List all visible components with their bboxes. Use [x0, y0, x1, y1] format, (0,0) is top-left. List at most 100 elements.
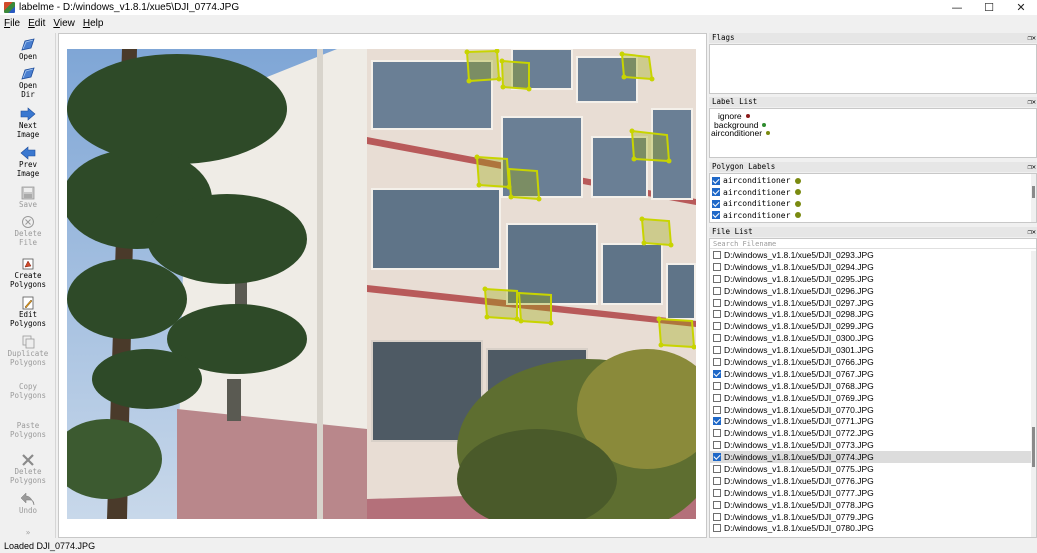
file-list-item[interactable]: D:/windows_v1.8.1/xue5/DJI_0296.JPG: [710, 285, 1036, 297]
file-checkbox[interactable]: [713, 298, 721, 307]
toolbar-overflow-chevron-icon[interactable]: »: [0, 528, 56, 538]
polygon-label-item[interactable]: airconditioner: [710, 210, 1036, 222]
file-list-item[interactable]: D:/windows_v1.8.1/xue5/DJI_0772.JPG: [710, 427, 1036, 439]
file-list-item[interactable]: D:/windows_v1.8.1/xue5/DJI_0766.JPG: [710, 356, 1036, 368]
open-dir-button[interactable]: Open Dir: [0, 67, 56, 99]
polygon-label-item[interactable]: airconditioner: [710, 198, 1036, 210]
visibility-checkbox[interactable]: [712, 176, 720, 185]
file-list-item[interactable]: D:/windows_v1.8.1/xue5/DJI_0300.JPG: [710, 332, 1036, 344]
annotated-photo[interactable]: [67, 49, 696, 519]
delete-file-button[interactable]: Delete File: [0, 215, 56, 247]
file-checkbox[interactable]: [713, 381, 721, 390]
file-list-item[interactable]: D:/windows_v1.8.1/xue5/DJI_0294.JPG: [710, 261, 1036, 273]
file-list-item[interactable]: D:/windows_v1.8.1/xue5/DJI_0299.JPG: [710, 320, 1036, 332]
menu-help[interactable]: Help: [83, 18, 104, 29]
file-checkbox[interactable]: [713, 310, 721, 319]
undo-button[interactable]: Undo: [0, 492, 56, 516]
duplicate-polygons-button[interactable]: Duplicate Polygons: [0, 335, 56, 367]
edit-polygons-button[interactable]: Edit Polygons: [0, 296, 56, 328]
file-list-item[interactable]: D:/windows_v1.8.1/xue5/DJI_0771.JPG: [710, 415, 1036, 427]
next-image-button[interactable]: Next Image: [0, 107, 56, 139]
file-checkbox[interactable]: [713, 524, 721, 533]
open-button[interactable]: Open: [0, 38, 56, 62]
file-checkbox[interactable]: [713, 429, 721, 438]
file-list-item[interactable]: D:/windows_v1.8.1/xue5/DJI_0770.JPG: [710, 404, 1036, 416]
copy-polygons-button[interactable]: Copy Polygons: [0, 382, 56, 400]
airconditioner-polygon[interactable]: [517, 291, 552, 325]
label-item[interactable]: airconditioner: [710, 129, 1036, 138]
file-checkbox[interactable]: [713, 441, 721, 450]
close-button[interactable]: ✕: [1005, 0, 1037, 15]
file-checkbox[interactable]: [713, 393, 721, 402]
airconditioner-polygon[interactable]: [475, 155, 511, 189]
file-list-item[interactable]: D:/windows_v1.8.1/xue5/DJI_0298.JPG: [710, 308, 1036, 320]
dock-float-close-icon[interactable]: ❐✕: [1028, 97, 1036, 107]
file-list-item[interactable]: D:/windows_v1.8.1/xue5/DJI_0779.JPG: [710, 511, 1036, 523]
search-filename-input[interactable]: Search Filename: [710, 239, 1036, 249]
polygon-label-item[interactable]: airconditioner: [710, 175, 1036, 187]
file-checkbox[interactable]: [713, 334, 721, 343]
airconditioner-polygon[interactable]: [640, 217, 673, 247]
airconditioner-polygon[interactable]: [507, 167, 541, 201]
file-list-item[interactable]: D:/windows_v1.8.1/xue5/DJI_0768.JPG: [710, 380, 1036, 392]
file-list-item[interactable]: D:/windows_v1.8.1/xue5/DJI_0301.JPG: [710, 344, 1036, 356]
file-checkbox[interactable]: [713, 322, 721, 331]
airconditioner-polygon[interactable]: [620, 52, 654, 81]
save-button[interactable]: Save: [0, 186, 56, 210]
label-list[interactable]: ignore background airconditioner: [709, 108, 1037, 158]
dock-float-close-icon[interactable]: ❐✕: [1028, 227, 1036, 237]
file-checkbox[interactable]: [713, 286, 721, 295]
file-checkbox[interactable]: [713, 357, 721, 366]
file-list-item[interactable]: D:/windows_v1.8.1/xue5/DJI_0780.JPG: [710, 522, 1036, 534]
file-list-item[interactable]: D:/windows_v1.8.1/xue5/DJI_0769.JPG: [710, 392, 1036, 404]
file-list-item[interactable]: D:/windows_v1.8.1/xue5/DJI_0775.JPG: [710, 463, 1036, 475]
minimize-button[interactable]: —: [941, 0, 973, 15]
file-list-item[interactable]: D:/windows_v1.8.1/xue5/DJI_0773.JPG: [710, 439, 1036, 451]
file-checkbox[interactable]: [713, 512, 721, 521]
flags-list[interactable]: [709, 44, 1037, 94]
file-list-item[interactable]: D:/windows_v1.8.1/xue5/DJI_0297.JPG: [710, 297, 1036, 309]
visibility-checkbox[interactable]: [712, 211, 720, 220]
airconditioner-polygon[interactable]: [465, 49, 501, 83]
menu-file[interactable]: File: [4, 18, 20, 29]
dock-float-close-icon[interactable]: ❐✕: [1028, 162, 1036, 172]
delete-polygons-button[interactable]: Delete Polygons: [0, 453, 56, 485]
file-list[interactable]: D:/windows_v1.8.1/xue5/DJI_0293.JPG D:/wi…: [710, 249, 1036, 534]
airconditioner-polygon[interactable]: [483, 287, 518, 321]
scrollbar-thumb[interactable]: [1032, 186, 1035, 198]
airconditioner-polygon[interactable]: [500, 59, 530, 91]
airconditioner-polygon[interactable]: [657, 317, 696, 349]
airconditioner-polygon[interactable]: [630, 129, 671, 163]
file-checkbox[interactable]: [713, 262, 721, 271]
scrollbar-thumb[interactable]: [1032, 427, 1035, 467]
file-checkbox[interactable]: [713, 488, 721, 497]
polygon-labels-list[interactable]: airconditioner airconditioner airconditi…: [709, 173, 1037, 223]
polygon-labels-scrollbar[interactable]: [1031, 174, 1036, 222]
dock-float-close-icon[interactable]: ❐✕: [1028, 33, 1036, 43]
file-list-item[interactable]: D:/windows_v1.8.1/xue5/DJI_0778.JPG: [710, 499, 1036, 511]
polygon-label-item[interactable]: airconditioner: [710, 187, 1036, 199]
file-list-item[interactable]: D:/windows_v1.8.1/xue5/DJI_0776.JPG: [710, 475, 1036, 487]
file-checkbox[interactable]: [713, 476, 721, 485]
create-polygons-button[interactable]: Create Polygons: [0, 257, 56, 289]
file-checkbox[interactable]: [713, 346, 721, 355]
maximize-button[interactable]: ☐: [973, 0, 1005, 15]
file-list-item[interactable]: D:/windows_v1.8.1/xue5/DJI_0774.JPG: [710, 451, 1036, 464]
paste-polygons-button[interactable]: Paste Polygons: [0, 421, 56, 439]
visibility-checkbox[interactable]: [712, 199, 720, 208]
menu-edit[interactable]: Edit: [28, 18, 45, 29]
label-item[interactable]: ignore: [710, 112, 1036, 121]
file-checkbox[interactable]: [713, 464, 721, 473]
file-checkbox[interactable]: [713, 417, 721, 426]
prev-image-button[interactable]: Prev Image: [0, 146, 56, 178]
menu-view[interactable]: View: [53, 18, 75, 29]
file-list-item[interactable]: D:/windows_v1.8.1/xue5/DJI_0293.JPG: [710, 249, 1036, 261]
file-list-item[interactable]: D:/windows_v1.8.1/xue5/DJI_0777.JPG: [710, 487, 1036, 499]
file-checkbox[interactable]: [713, 274, 721, 283]
file-checkbox[interactable]: [713, 250, 721, 259]
file-list-item[interactable]: D:/windows_v1.8.1/xue5/DJI_0295.JPG: [710, 273, 1036, 285]
file-list-item[interactable]: D:/windows_v1.8.1/xue5/DJI_0767.JPG: [710, 368, 1036, 380]
file-checkbox[interactable]: [713, 369, 721, 378]
file-checkbox[interactable]: [713, 405, 721, 414]
file-list-scrollbar[interactable]: [1031, 251, 1036, 537]
